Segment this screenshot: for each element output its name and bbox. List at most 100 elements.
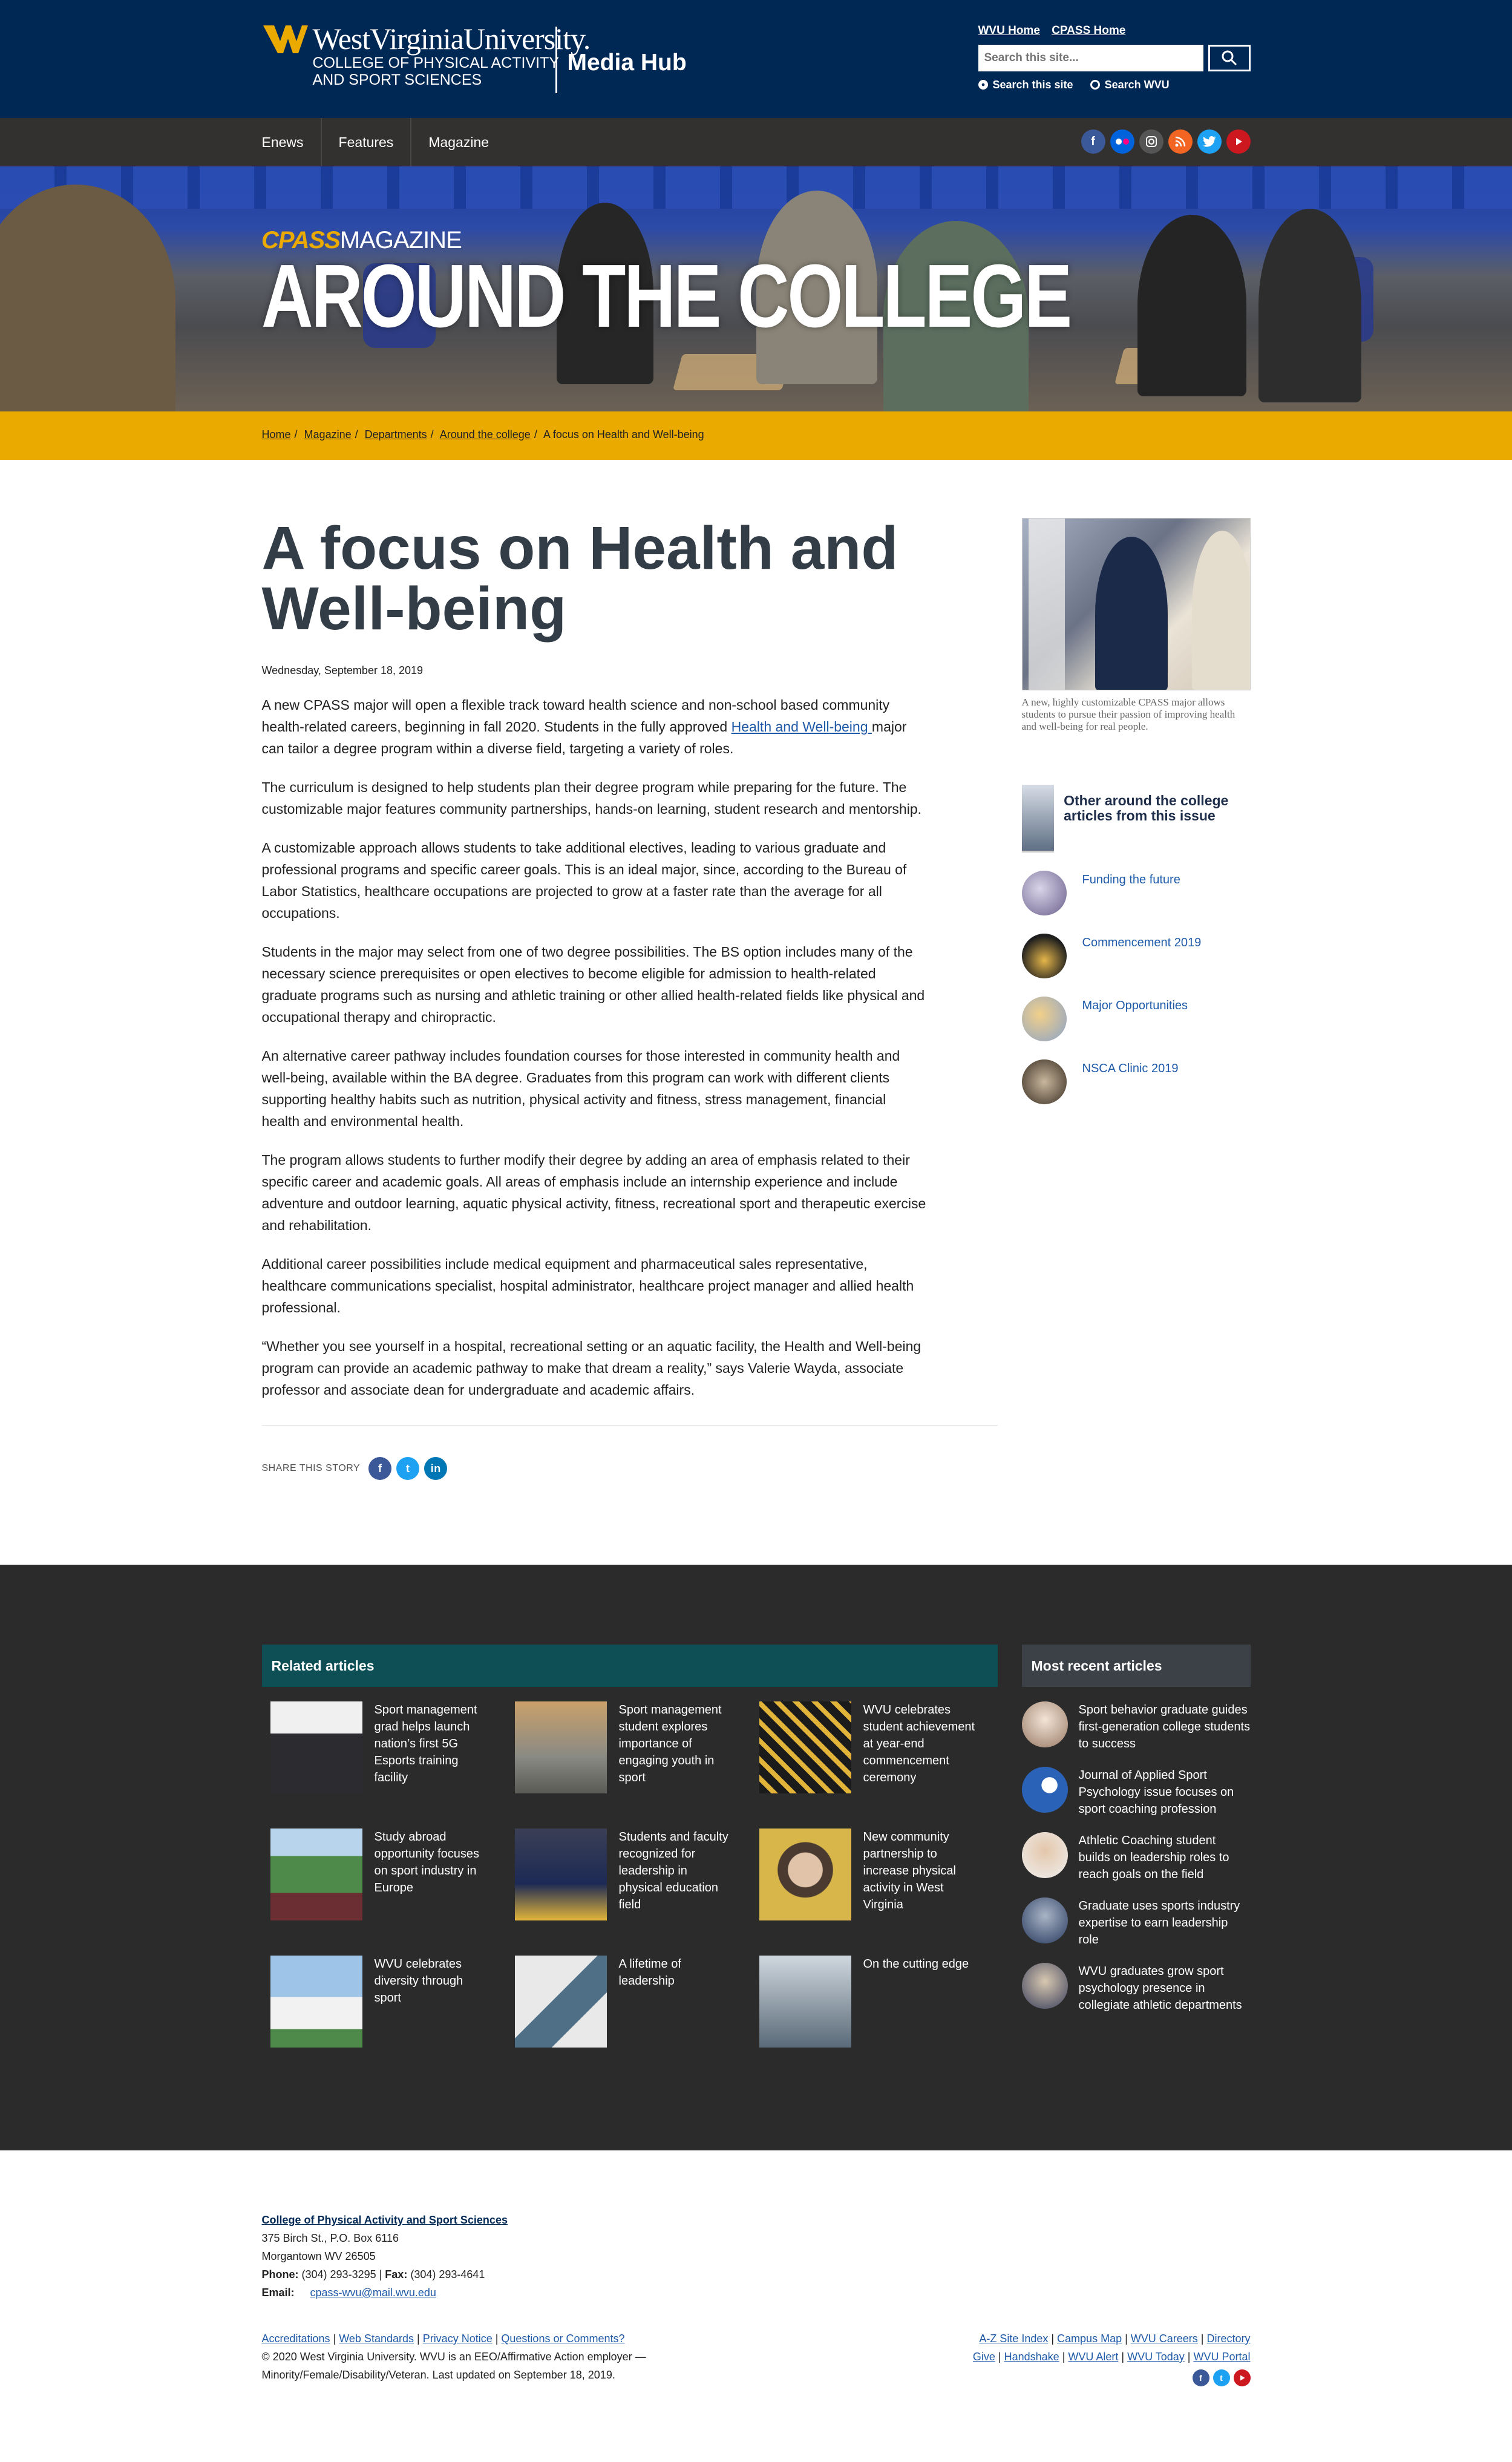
- flying-wv-icon: [263, 25, 308, 53]
- twitter-icon[interactable]: [1197, 129, 1222, 154]
- nav-item-enews[interactable]: Enews: [262, 118, 322, 166]
- page-title: A focus on Health and Well-being: [261, 514, 898, 643]
- footer-link[interactable]: WVU Portal: [1193, 2351, 1250, 2363]
- health-well-being-link[interactable]: Health and Well-being: [731, 719, 872, 735]
- cpass-home-link[interactable]: CPASS Home: [1052, 24, 1125, 37]
- footer-college-link[interactable]: College of Physical Activity and Sport S…: [262, 2211, 1251, 2229]
- article-paragraph: “Whether you see yourself in a hospital,…: [261, 1338, 921, 1398]
- footer-link[interactable]: WVU Today: [1127, 2351, 1185, 2363]
- linkedin-share-icon[interactable]: in: [424, 1457, 448, 1480]
- share-label: SHARE THIS STORY: [261, 1463, 361, 1473]
- footer-email: Email: cpass-wvu@mail.wvu.edu: [261, 2287, 436, 2299]
- article-thumbnail: [514, 1956, 607, 2048]
- footer-link[interactable]: Privacy Notice: [423, 2333, 493, 2345]
- footer-link[interactable]: A-Z Site Index: [979, 2333, 1048, 2345]
- hero-photo-wall: [0, 166, 1512, 209]
- hero-photo-person: [0, 185, 175, 411]
- article-thumbnail: [1021, 934, 1067, 978]
- related-articles-heading: Related articles: [261, 1645, 998, 1687]
- twitter-icon[interactable]: t: [1213, 2369, 1230, 2386]
- article: A focus on Health and Well-being Wednesda…: [261, 514, 998, 1480]
- hero-banner: CPASSMAGAZINE AROUND THE COLLEGE: [0, 166, 1512, 411]
- facebook-icon[interactable]: f: [1081, 129, 1105, 154]
- search-input[interactable]: [978, 45, 1203, 71]
- search-site-radio[interactable]: Search this site: [978, 79, 1073, 91]
- recent-article[interactable]: Graduate uses sports industry expertise …: [1021, 1897, 1251, 1948]
- related-article-card[interactable]: Study abroad opportunity focuses on spor…: [270, 1828, 515, 1920]
- related-article-card[interactable]: WVU celebrates student achievement at ye…: [759, 1701, 1004, 1793]
- related-article-card[interactable]: New community partnership to increase ph…: [759, 1828, 1004, 1920]
- other-articles-title: Other around the college articles from t…: [1064, 793, 1229, 823]
- list-item[interactable]: Commencement 2019: [1021, 934, 1251, 978]
- related-article-card[interactable]: Sport management grad helps launch natio…: [270, 1701, 515, 1793]
- instagram-icon[interactable]: [1139, 129, 1163, 154]
- footer-link[interactable]: Web Standards: [339, 2333, 414, 2345]
- breadcrumb-magazine[interactable]: Magazine: [304, 428, 352, 440]
- rss-icon[interactable]: [1168, 129, 1193, 154]
- header-utility: WVU Home CPASS Home Search this site Sea…: [978, 24, 1251, 91]
- article-thumbnail: [1021, 1832, 1068, 1878]
- youtube-icon[interactable]: [1226, 129, 1251, 154]
- related-article-card[interactable]: Sport management student explores import…: [514, 1701, 759, 1793]
- footer-address-line1: 375 Birch St., P.O. Box 6116: [261, 2232, 399, 2244]
- article-thumbnail: [1021, 1767, 1068, 1813]
- related-article-card[interactable]: Students and faculty recognized for lead…: [514, 1828, 759, 1920]
- email-link[interactable]: cpass-wvu@mail.wvu.edu: [310, 2287, 436, 2299]
- footer-link[interactable]: WVU Alert: [1068, 2351, 1118, 2363]
- wvu-logo[interactable]: WestVirginiaUniversity. COLLEGE OF PHYSI…: [262, 23, 591, 88]
- footer-social-links: f t: [973, 2369, 1251, 2386]
- facebook-icon[interactable]: f: [1192, 2369, 1209, 2386]
- related-article-card[interactable]: A lifetime of leadership: [514, 1956, 759, 2048]
- recent-article[interactable]: WVU graduates grow sport psychology pres…: [1021, 1963, 1251, 2014]
- breadcrumb-departments[interactable]: Departments: [365, 428, 427, 440]
- breadcrumb-current: A focus on Health and Well-being: [543, 428, 704, 440]
- facebook-share-icon[interactable]: f: [368, 1457, 392, 1480]
- photo-caption: A new, highly customizable CPASS major a…: [1021, 696, 1235, 732]
- breadcrumb: Home / Magazine / Departments / Around the …: [0, 411, 1512, 460]
- recent-article[interactable]: Journal of Applied Sport Psychology issu…: [1021, 1767, 1251, 1818]
- college-name-line2: AND SPORT SCIENCES: [312, 71, 482, 88]
- nav-item-features[interactable]: Features: [322, 118, 412, 166]
- footer-link[interactable]: Campus Map: [1057, 2333, 1122, 2345]
- footer-link[interactable]: Handshake: [1004, 2351, 1059, 2363]
- related-section: Related articles Sport management grad h…: [0, 1565, 1512, 2150]
- footer-links-right-2: Give | Handshake | WVU Alert | WVU Today…: [972, 2351, 1251, 2363]
- list-item[interactable]: Funding the future: [1021, 871, 1251, 915]
- footer-link[interactable]: Give: [973, 2351, 995, 2363]
- search-button[interactable]: [1208, 45, 1251, 71]
- share-bar: SHARE THIS STORY f t in: [262, 1457, 998, 1480]
- article-thumbnail: [514, 1828, 607, 1920]
- nav-item-magazine[interactable]: Magazine: [411, 118, 506, 166]
- recent-article[interactable]: Sport behavior graduate guides first-gen…: [1021, 1701, 1251, 1752]
- breadcrumb-home[interactable]: Home: [262, 428, 291, 440]
- site-name[interactable]: Media Hub: [568, 50, 687, 76]
- article-paragraph: Additional career possibilities include …: [261, 1256, 914, 1315]
- article-thumbnail: [1021, 997, 1067, 1041]
- wvu-home-link[interactable]: WVU Home: [978, 24, 1040, 37]
- related-article-card[interactable]: WVU celebrates diversity through sport: [270, 1956, 515, 2048]
- article-paragraph: Students in the major may select from on…: [261, 944, 925, 1025]
- radio-selected-icon: [978, 80, 988, 90]
- footer-link[interactable]: Questions or Comments?: [501, 2333, 624, 2345]
- twitter-share-icon[interactable]: t: [396, 1457, 420, 1480]
- article-thumbnail: [1021, 1701, 1068, 1747]
- flickr-icon[interactable]: [1110, 129, 1134, 154]
- list-item[interactable]: Major Opportunities: [1021, 997, 1251, 1041]
- recent-article[interactable]: Athletic Coaching student builds on lead…: [1021, 1832, 1251, 1883]
- search-wvu-radio[interactable]: Search WVU: [1090, 79, 1170, 91]
- social-links: f: [1081, 129, 1251, 154]
- article-thumbnail: [1021, 1963, 1068, 2009]
- youtube-icon[interactable]: [1233, 2369, 1251, 2386]
- related-article-card[interactable]: On the cutting edge: [759, 1956, 1004, 2048]
- footer-link[interactable]: Directory: [1206, 2333, 1250, 2345]
- issue-cover-image[interactable]: [1021, 785, 1055, 853]
- footer-links-right: A-Z Site Index | Campus Map | WVU Career…: [979, 2333, 1251, 2345]
- article-thumbnail: [270, 1828, 362, 1920]
- footer-link[interactable]: WVU Careers: [1131, 2333, 1198, 2345]
- article-thumbnail: [514, 1701, 607, 1793]
- publish-date: Wednesday, September 18, 2019: [261, 664, 424, 676]
- copyright: © 2020 West Virginia University. WVU is …: [261, 2351, 646, 2381]
- breadcrumb-around-the-college[interactable]: Around the college: [440, 428, 531, 440]
- footer-link[interactable]: Accreditations: [262, 2333, 330, 2345]
- list-item[interactable]: NSCA Clinic 2019: [1021, 1059, 1251, 1104]
